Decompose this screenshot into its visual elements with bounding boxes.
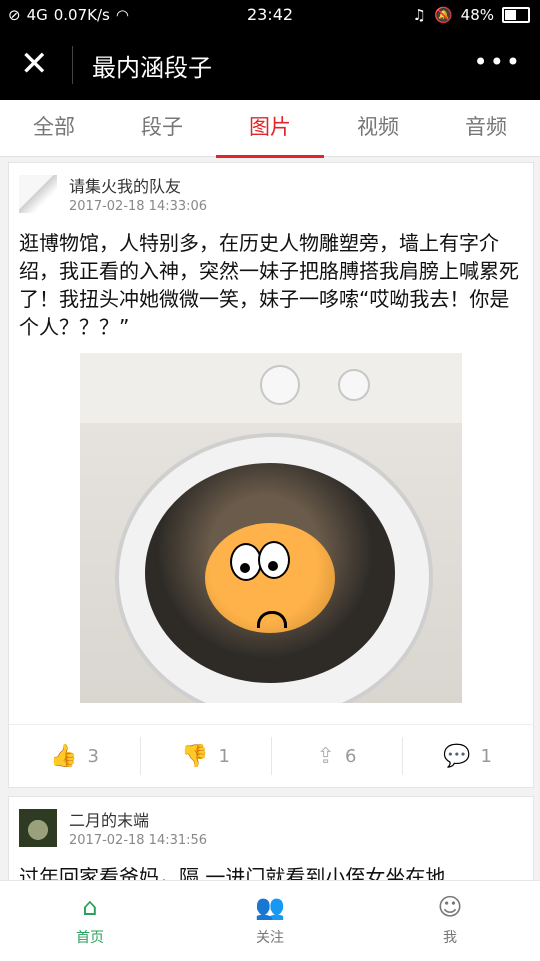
dislike-button[interactable]: 👎 1 xyxy=(140,725,271,787)
thumbs-down-icon: 👎 xyxy=(181,743,209,769)
category-tabs: 全部 段子 图片 视频 音频 xyxy=(0,100,540,158)
share-button[interactable]: ⇪ 6 xyxy=(271,725,402,787)
knob xyxy=(338,369,370,401)
pupil xyxy=(240,563,250,573)
headset-icon: ♫ xyxy=(412,6,426,24)
battery-label: 48% xyxy=(460,6,494,24)
tab-jokes[interactable]: 段子 xyxy=(108,100,216,156)
post-card: 请集火我的队友 2017-02-18 14:33:06 逛博物馆，人特别多，在历… xyxy=(8,162,534,788)
close-icon[interactable]: ✕ xyxy=(20,44,49,84)
mute-icon: 🔕 xyxy=(433,6,453,24)
comment-count: 1 xyxy=(480,745,492,767)
nav-follow[interactable]: 👥 关注 xyxy=(180,881,360,961)
like-button[interactable]: 👍 3 xyxy=(9,725,140,787)
tab-audio[interactable]: 音频 xyxy=(432,100,540,156)
page-title: 最内涵段子 xyxy=(92,54,212,82)
divider xyxy=(72,46,73,84)
battery-icon xyxy=(502,7,530,23)
dislike-count: 1 xyxy=(218,745,230,767)
post-username[interactable]: 二月的末端 xyxy=(69,807,149,831)
tab-all[interactable]: 全部 xyxy=(0,100,108,156)
nav-me[interactable]: ☺ 我 xyxy=(360,881,540,961)
tab-pictures[interactable]: 图片 xyxy=(216,100,324,158)
nav-home[interactable]: ⌂ 首页 xyxy=(0,881,180,961)
profile-icon: ☺ xyxy=(437,893,463,921)
nav-follow-label: 关注 xyxy=(256,930,284,946)
status-bar: ⊘ 4G 0.07K/s ◠ 23:42 ♫ 🔕 48% xyxy=(0,0,540,30)
bottom-nav: ⌂ 首页 👥 关注 ☺ 我 xyxy=(0,880,540,961)
thumbs-up-icon: 👍 xyxy=(50,743,78,769)
share-count: 6 xyxy=(344,745,357,767)
post-actions: 👍 3 👎 1 ⇪ 6 💬 1 xyxy=(9,724,533,787)
nav-home-label: 首页 xyxy=(76,930,104,946)
knob xyxy=(260,365,300,405)
app-bar: ✕ 最内涵段子 ••• xyxy=(0,30,540,100)
status-right: ♫ 🔕 48% xyxy=(413,6,530,24)
post-time: 2017-02-18 14:33:06 xyxy=(69,199,208,214)
share-icon: ⇪ xyxy=(316,743,335,769)
post-username[interactable]: 请集火我的队友 xyxy=(69,173,181,197)
like-count: 3 xyxy=(87,745,99,767)
comment-button[interactable]: 💬 1 xyxy=(402,725,533,787)
post-image[interactable]: INDESIT xyxy=(80,353,462,703)
more-icon[interactable]: ••• xyxy=(474,48,522,76)
avatar[interactable] xyxy=(19,175,57,213)
comment-icon: 💬 xyxy=(443,743,471,769)
avatar[interactable] xyxy=(19,809,57,847)
tab-videos[interactable]: 视频 xyxy=(324,100,432,156)
post-content[interactable]: 逛博物馆，人特别多，在历史人物雕塑旁，墙上有字介绍，我正看的入神，突然一妹子把胳… xyxy=(19,229,523,341)
pupil xyxy=(268,561,278,571)
nav-me-label: 我 xyxy=(443,930,457,946)
home-icon: ⌂ xyxy=(82,893,98,921)
eye xyxy=(258,541,290,579)
post-time: 2017-02-18 14:31:56 xyxy=(69,833,208,848)
follow-icon: 👥 xyxy=(255,893,285,921)
